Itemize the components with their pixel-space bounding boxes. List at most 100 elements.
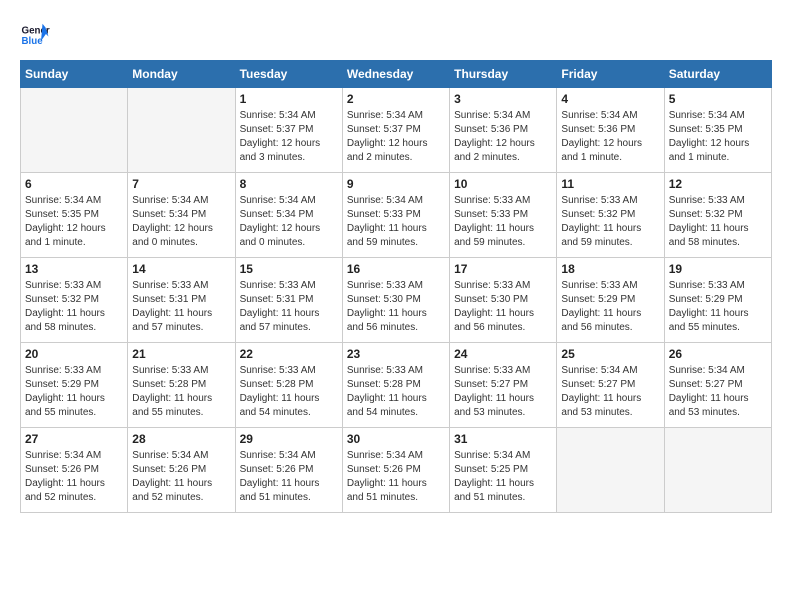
logo: General Blue (20, 20, 54, 50)
day-info: Sunrise: 5:33 AM Sunset: 5:27 PM Dayligh… (454, 364, 552, 420)
day-number: 5 (669, 92, 767, 106)
calendar-cell: 4 Sunrise: 5:34 AM Sunset: 5:36 PM Daylig… (557, 88, 664, 173)
day-number: 10 (454, 177, 552, 191)
calendar-cell: 11 Sunrise: 5:33 AM Sunset: 5:32 PM Dayli… (557, 173, 664, 258)
day-info: Sunrise: 5:34 AM Sunset: 5:27 PM Dayligh… (669, 364, 767, 420)
day-number: 12 (669, 177, 767, 191)
day-info: Sunrise: 5:34 AM Sunset: 5:37 PM Dayligh… (240, 109, 338, 165)
calendar-week-5: 27 Sunrise: 5:34 AM Sunset: 5:26 PM Dayli… (21, 428, 772, 513)
calendar-cell: 7 Sunrise: 5:34 AM Sunset: 5:34 PM Daylig… (128, 173, 235, 258)
day-info: Sunrise: 5:33 AM Sunset: 5:29 PM Dayligh… (669, 279, 767, 335)
day-number: 18 (561, 262, 659, 276)
weekday-header-monday: Monday (128, 61, 235, 88)
day-number: 1 (240, 92, 338, 106)
day-number: 9 (347, 177, 445, 191)
calendar-cell: 14 Sunrise: 5:33 AM Sunset: 5:31 PM Dayli… (128, 258, 235, 343)
calendar-table: SundayMondayTuesdayWednesdayThursdayFrid… (20, 60, 772, 513)
calendar-cell: 17Sunrise: 5:33 AM Sunset: 5:30 PM Dayli… (450, 258, 557, 343)
calendar-cell: 27 Sunrise: 5:34 AM Sunset: 5:26 PM Dayli… (21, 428, 128, 513)
day-number: 21 (132, 347, 230, 361)
calendar-header-row: SundayMondayTuesdayWednesdayThursdayFrid… (21, 61, 772, 88)
weekday-header-friday: Friday (557, 61, 664, 88)
day-number: 14 (132, 262, 230, 276)
calendar-cell: 9 Sunrise: 5:34 AM Sunset: 5:33 PM Daylig… (342, 173, 449, 258)
day-info: Sunrise: 5:33 AM Sunset: 5:28 PM Dayligh… (132, 364, 230, 420)
weekday-header-tuesday: Tuesday (235, 61, 342, 88)
day-info: Sunrise: 5:34 AM Sunset: 5:26 PM Dayligh… (25, 449, 123, 505)
day-number: 24 (454, 347, 552, 361)
calendar-cell: 28Sunrise: 5:34 AM Sunset: 5:26 PM Dayli… (128, 428, 235, 513)
calendar-cell: 21 Sunrise: 5:33 AM Sunset: 5:28 PM Dayli… (128, 343, 235, 428)
day-info: Sunrise: 5:34 AM Sunset: 5:36 PM Dayligh… (561, 109, 659, 165)
day-info: Sunrise: 5:34 AM Sunset: 5:34 PM Dayligh… (132, 194, 230, 250)
calendar-cell (557, 428, 664, 513)
calendar-cell: 29 Sunrise: 5:34 AM Sunset: 5:26 PM Dayli… (235, 428, 342, 513)
day-number: 13 (25, 262, 123, 276)
calendar-cell: 30 Sunrise: 5:34 AM Sunset: 5:26 PM Dayli… (342, 428, 449, 513)
calendar-cell: 24 Sunrise: 5:33 AM Sunset: 5:27 PM Dayli… (450, 343, 557, 428)
calendar-cell: 18Sunrise: 5:33 AM Sunset: 5:29 PM Dayli… (557, 258, 664, 343)
day-info: Sunrise: 5:34 AM Sunset: 5:26 PM Dayligh… (240, 449, 338, 505)
calendar-cell (128, 88, 235, 173)
day-info: Sunrise: 5:34 AM Sunset: 5:25 PM Dayligh… (454, 449, 552, 505)
calendar-cell: 13 Sunrise: 5:33 AM Sunset: 5:32 PM Dayli… (21, 258, 128, 343)
calendar-week-4: 20 Sunrise: 5:33 AM Sunset: 5:29 PM Dayli… (21, 343, 772, 428)
calendar-cell: 25 Sunrise: 5:34 AM Sunset: 5:27 PM Dayli… (557, 343, 664, 428)
day-number: 19 (669, 262, 767, 276)
day-info: Sunrise: 5:33 AM Sunset: 5:28 PM Dayligh… (240, 364, 338, 420)
day-number: 11 (561, 177, 659, 191)
day-number: 4 (561, 92, 659, 106)
day-number: 16 (347, 262, 445, 276)
day-number: 29 (240, 432, 338, 446)
day-info: Sunrise: 5:34 AM Sunset: 5:27 PM Dayligh… (561, 364, 659, 420)
calendar-cell: 8 Sunrise: 5:34 AM Sunset: 5:34 PM Daylig… (235, 173, 342, 258)
weekday-header-sunday: Sunday (21, 61, 128, 88)
day-info: Sunrise: 5:34 AM Sunset: 5:26 PM Dayligh… (347, 449, 445, 505)
calendar-cell: 5 Sunrise: 5:34 AM Sunset: 5:35 PM Daylig… (664, 88, 771, 173)
day-number: 27 (25, 432, 123, 446)
page-header: General Blue (20, 20, 772, 50)
calendar-cell: 20 Sunrise: 5:33 AM Sunset: 5:29 PM Dayli… (21, 343, 128, 428)
day-info: Sunrise: 5:34 AM Sunset: 5:35 PM Dayligh… (25, 194, 123, 250)
day-info: Sunrise: 5:33 AM Sunset: 5:29 PM Dayligh… (25, 364, 123, 420)
weekday-header-saturday: Saturday (664, 61, 771, 88)
calendar-cell (21, 88, 128, 173)
calendar-cell: 1 Sunrise: 5:34 AM Sunset: 5:37 PM Daylig… (235, 88, 342, 173)
day-number: 23 (347, 347, 445, 361)
day-info: Sunrise: 5:33 AM Sunset: 5:32 PM Dayligh… (561, 194, 659, 250)
day-info: Sunrise: 5:34 AM Sunset: 5:34 PM Dayligh… (240, 194, 338, 250)
logo-icon: General Blue (20, 20, 50, 50)
calendar-week-1: 1 Sunrise: 5:34 AM Sunset: 5:37 PM Daylig… (21, 88, 772, 173)
calendar-cell: 6 Sunrise: 5:34 AM Sunset: 5:35 PM Daylig… (21, 173, 128, 258)
day-number: 17 (454, 262, 552, 276)
day-number: 8 (240, 177, 338, 191)
day-number: 26 (669, 347, 767, 361)
calendar-cell: 10 Sunrise: 5:33 AM Sunset: 5:33 PM Dayli… (450, 173, 557, 258)
calendar-cell: 15Sunrise: 5:33 AM Sunset: 5:31 PM Dayli… (235, 258, 342, 343)
calendar-cell: 12 Sunrise: 5:33 AM Sunset: 5:32 PM Dayli… (664, 173, 771, 258)
calendar-cell: 2Sunrise: 5:34 AM Sunset: 5:37 PM Daylig… (342, 88, 449, 173)
day-info: Sunrise: 5:34 AM Sunset: 5:33 PM Dayligh… (347, 194, 445, 250)
calendar-cell: 3Sunrise: 5:34 AM Sunset: 5:36 PM Daylig… (450, 88, 557, 173)
day-info: Sunrise: 5:33 AM Sunset: 5:28 PM Dayligh… (347, 364, 445, 420)
day-number: 20 (25, 347, 123, 361)
day-number: 30 (347, 432, 445, 446)
calendar-week-2: 6 Sunrise: 5:34 AM Sunset: 5:35 PM Daylig… (21, 173, 772, 258)
day-info: Sunrise: 5:33 AM Sunset: 5:32 PM Dayligh… (25, 279, 123, 335)
day-info: Sunrise: 5:33 AM Sunset: 5:31 PM Dayligh… (240, 279, 338, 335)
day-info: Sunrise: 5:34 AM Sunset: 5:36 PM Dayligh… (454, 109, 552, 165)
weekday-header-thursday: Thursday (450, 61, 557, 88)
day-number: 25 (561, 347, 659, 361)
day-info: Sunrise: 5:33 AM Sunset: 5:33 PM Dayligh… (454, 194, 552, 250)
day-number: 28 (132, 432, 230, 446)
day-info: Sunrise: 5:33 AM Sunset: 5:30 PM Dayligh… (347, 279, 445, 335)
svg-text:Blue: Blue (22, 36, 44, 47)
calendar-week-3: 13 Sunrise: 5:33 AM Sunset: 5:32 PM Dayli… (21, 258, 772, 343)
calendar-cell: 31Sunrise: 5:34 AM Sunset: 5:25 PM Dayli… (450, 428, 557, 513)
calendar-cell: 26 Sunrise: 5:34 AM Sunset: 5:27 PM Dayli… (664, 343, 771, 428)
day-info: Sunrise: 5:33 AM Sunset: 5:31 PM Dayligh… (132, 279, 230, 335)
day-number: 7 (132, 177, 230, 191)
day-info: Sunrise: 5:33 AM Sunset: 5:32 PM Dayligh… (669, 194, 767, 250)
day-number: 6 (25, 177, 123, 191)
day-info: Sunrise: 5:34 AM Sunset: 5:35 PM Dayligh… (669, 109, 767, 165)
